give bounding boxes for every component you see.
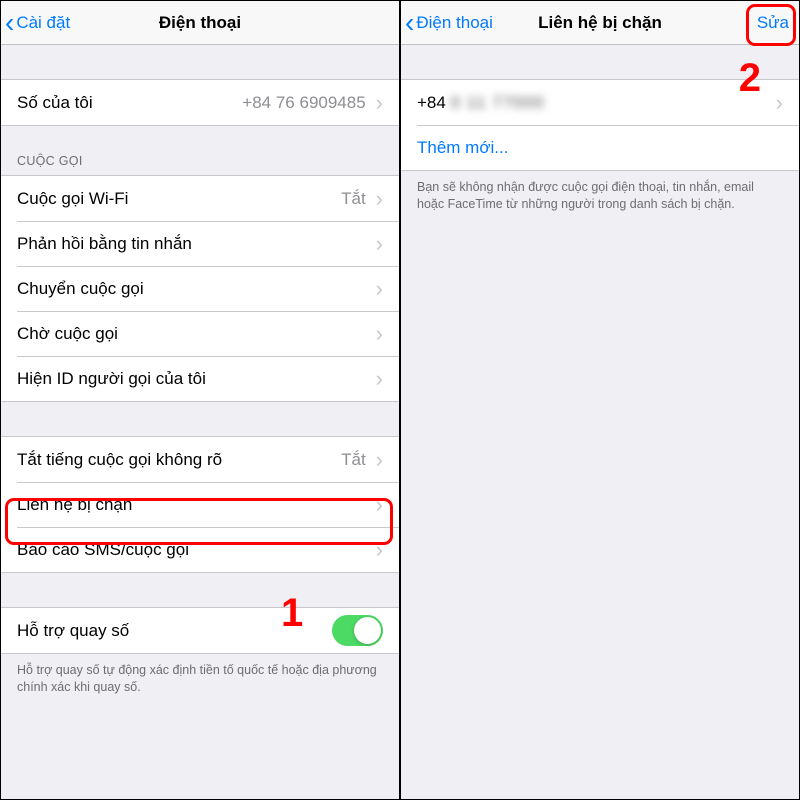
phone-settings-pane: ‹ Cài đặt Điện thoại Số của tôi +84 76 6… — [0, 0, 400, 800]
caller-id-cell[interactable]: Hiện ID người gọi của tôi › — [1, 356, 399, 401]
wifi-calling-cell[interactable]: Cuộc gọi Wi-Fi Tắt › — [1, 176, 399, 221]
respond-text-label: Phản hồi bằng tin nhắn — [17, 234, 374, 254]
chevron-right-icon: › — [376, 492, 383, 518]
add-new-cell[interactable]: Thêm mới... — [401, 125, 799, 170]
chevron-left-icon: ‹ — [5, 9, 14, 37]
my-number-label: Số của tôi — [17, 93, 242, 113]
toggle-knob — [354, 617, 381, 644]
silence-unknown-cell[interactable]: Tắt tiếng cuộc gọi không rõ Tắt › — [1, 437, 399, 482]
blocked-list-section: +84 0 11 77000 › Thêm mới... — [401, 79, 799, 171]
navbar-right: ‹ Điện thoại Liên hệ bị chặn Sửa — [401, 1, 799, 45]
blocked-footer-text: Bạn sẽ không nhận được cuộc gọi điện tho… — [401, 171, 799, 213]
chevron-right-icon: › — [776, 90, 783, 116]
chevron-left-icon: ‹ — [405, 9, 414, 37]
chevron-right-icon: › — [376, 321, 383, 347]
call-forwarding-cell[interactable]: Chuyển cuộc gọi › — [1, 266, 399, 311]
call-waiting-cell[interactable]: Chờ cuộc gọi › — [1, 311, 399, 356]
navbar-left: ‹ Cài đặt Điện thoại — [1, 1, 399, 45]
report-cell[interactable]: Báo cáo SMS/cuộc gọi › — [1, 527, 399, 572]
my-number-section: Số của tôi +84 76 6909485 › — [1, 79, 399, 126]
blocked-entry-hidden: 0 11 77000 — [451, 93, 545, 112]
call-waiting-label: Chờ cuộc gọi — [17, 324, 374, 344]
back-button[interactable]: ‹ Cài đặt — [5, 1, 70, 45]
blocked-contacts-pane: ‹ Điện thoại Liên hệ bị chặn Sửa +84 0 1… — [400, 0, 800, 800]
back-button[interactable]: ‹ Điện thoại — [405, 1, 493, 45]
back-label: Cài đặt — [16, 13, 70, 33]
my-number-value: +84 76 6909485 — [242, 93, 365, 113]
page-title: Điện thoại — [159, 13, 241, 33]
blocked-entry-label: +84 0 11 77000 — [417, 93, 774, 113]
dial-assist-footer: Hỗ trợ quay số tự động xác định tiền tố … — [1, 654, 399, 696]
back-label: Điện thoại — [416, 13, 493, 33]
chevron-right-icon: › — [376, 90, 383, 116]
caller-id-label: Hiện ID người gọi của tôi — [17, 369, 374, 389]
calls-section: Cuộc gọi Wi-Fi Tắt › Phản hồi bằng tin n… — [1, 175, 399, 402]
blocked-contacts-label: Liên hệ bị chặn — [17, 495, 374, 515]
dial-assist-label: Hỗ trợ quay số — [17, 621, 332, 641]
report-label: Báo cáo SMS/cuộc gọi — [17, 540, 374, 560]
dial-assist-section: Hỗ trợ quay số — [1, 607, 399, 654]
add-new-label: Thêm mới... — [417, 138, 783, 158]
silence-unknown-value: Tắt — [341, 450, 366, 470]
page-title: Liên hệ bị chặn — [538, 13, 662, 33]
blocked-entry-cell[interactable]: +84 0 11 77000 › — [401, 80, 799, 125]
dial-assist-toggle[interactable] — [332, 615, 383, 646]
blocked-contacts-cell[interactable]: Liên hệ bị chặn › — [1, 482, 399, 527]
wifi-calling-value: Tắt — [341, 189, 366, 209]
my-number-cell[interactable]: Số của tôi +84 76 6909485 › — [1, 80, 399, 125]
chevron-right-icon: › — [376, 447, 383, 473]
chevron-right-icon: › — [376, 276, 383, 302]
chevron-right-icon: › — [376, 186, 383, 212]
wifi-calling-label: Cuộc gọi Wi-Fi — [17, 189, 341, 209]
chevron-right-icon: › — [376, 231, 383, 257]
calls-section-header: CUỘC GỌI — [1, 126, 399, 175]
blocked-entry-prefix: +84 — [417, 93, 446, 112]
blocking-section: Tắt tiếng cuộc gọi không rõ Tắt › Liên h… — [1, 436, 399, 573]
call-forwarding-label: Chuyển cuộc gọi — [17, 279, 374, 299]
edit-button[interactable]: Sửa — [757, 1, 789, 45]
respond-text-cell[interactable]: Phản hồi bằng tin nhắn › — [1, 221, 399, 266]
chevron-right-icon: › — [376, 537, 383, 563]
dial-assist-cell[interactable]: Hỗ trợ quay số — [1, 608, 399, 653]
chevron-right-icon: › — [376, 366, 383, 392]
silence-unknown-label: Tắt tiếng cuộc gọi không rõ — [17, 450, 341, 470]
